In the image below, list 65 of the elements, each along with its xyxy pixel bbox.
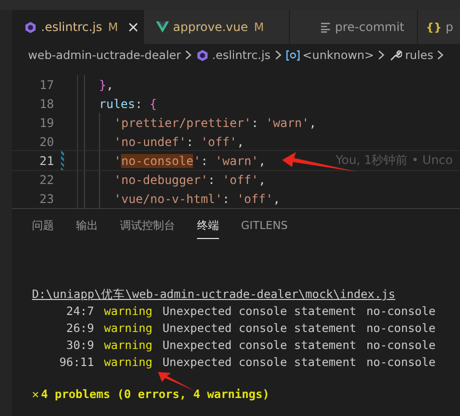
line-number: 17	[38, 78, 54, 92]
location: 30:9	[65, 337, 94, 354]
severity: warning	[104, 320, 152, 337]
tab-label: p	[446, 20, 454, 34]
cross-icon: ✕	[32, 387, 39, 401]
editor-tab[interactable]: approve.vue M	[144, 10, 290, 44]
editor-tab[interactable]: pre-commit	[290, 10, 418, 44]
line-number: 22	[38, 172, 54, 186]
chevron-icon	[274, 50, 282, 60]
line-number: 18	[38, 96, 54, 110]
lines-icon	[320, 22, 331, 32]
breadcrumb-item[interactable]: .eslintrc.js	[196, 48, 271, 62]
code-text: 'no-console': 'warn',	[114, 154, 266, 168]
chevron-icon	[378, 50, 386, 60]
severity: warning	[104, 303, 152, 320]
code-text: 'vue/no-v-html': 'off',	[114, 192, 280, 206]
line-number: 23	[38, 192, 54, 206]
hexagon-icon	[196, 48, 209, 62]
location: 96:11	[58, 354, 94, 371]
panel-tab[interactable]: GITLENS	[241, 217, 288, 239]
problems-summary: 4 problems (0 errors, 4 warnings)	[40, 387, 270, 401]
breadcrumb-item[interactable]: <unknown>	[286, 48, 374, 62]
message: Unexpected console statement	[162, 354, 356, 371]
chevron-icon	[437, 50, 444, 60]
location: 26:9	[65, 320, 94, 337]
panel-tab[interactable]: 终端	[197, 217, 219, 239]
rule-name: no-console	[366, 354, 436, 371]
line-number: 21	[38, 154, 54, 168]
code-text: rules: {	[99, 96, 157, 110]
file-path: D:\uniapp\优车\web-admin-uctrade-dealer\mock\index.js	[32, 286, 396, 303]
modified-label: M	[254, 20, 264, 34]
blame-annotation: You, 1秒钟前 • Unco	[336, 152, 453, 169]
editor-tab[interactable]: .eslintrc.js M ×	[12, 10, 144, 44]
panel-tab[interactable]: 调试控制台	[120, 217, 175, 239]
modified-label: M	[108, 20, 118, 34]
severity: warning	[104, 354, 152, 371]
wrench-icon	[389, 48, 402, 62]
brackets-icon	[286, 50, 300, 60]
line-number: 20	[38, 134, 54, 148]
code-text: 'no-undef': 'off',	[114, 134, 244, 148]
message: Unexpected console statement	[162, 320, 356, 337]
rule-name: no-console	[366, 303, 436, 320]
close-button[interactable]: ×	[127, 18, 140, 36]
rule-name: no-console	[366, 320, 436, 337]
breadcrumb-item[interactable]: rules	[389, 48, 434, 62]
tab-label: .eslintrc.js	[41, 20, 102, 34]
location: 24:7	[65, 303, 94, 320]
message: Unexpected console statement	[162, 337, 356, 354]
code-text: 'no-debugger': 'off',	[114, 172, 266, 186]
tab-label: approve.vue	[173, 20, 248, 34]
breadcrumb-item[interactable]: web-admin-uctrade-dealer	[28, 48, 181, 62]
hexagon-icon	[24, 20, 37, 34]
severity: warning	[104, 337, 152, 354]
braces-icon: {}	[426, 20, 442, 34]
panel-tab[interactable]: 问题	[32, 217, 54, 239]
editor-tab[interactable]: {} p	[418, 10, 460, 44]
chevron-icon	[184, 50, 192, 60]
v-logo-icon	[156, 21, 169, 33]
rule-name: no-console	[366, 337, 436, 354]
message: Unexpected console statement	[162, 303, 356, 320]
code-text: 'prettier/prettier': 'warn',	[114, 116, 316, 130]
line-number: 19	[38, 116, 54, 130]
panel-tab[interactable]: 输出	[76, 217, 98, 239]
code-text: },	[99, 78, 114, 92]
tab-label: pre-commit	[335, 20, 404, 34]
